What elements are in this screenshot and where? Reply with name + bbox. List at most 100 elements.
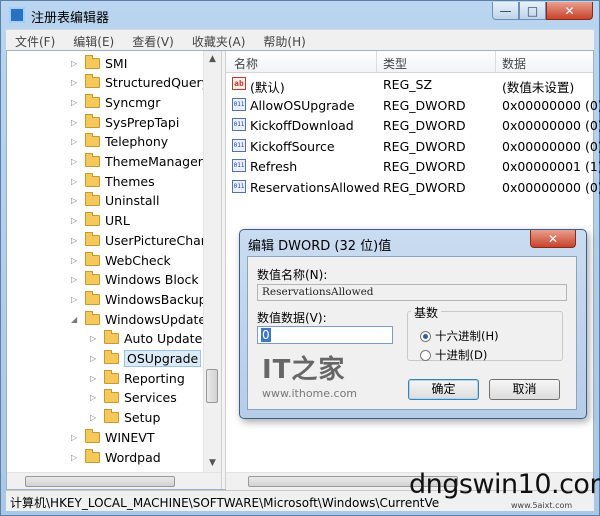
tree-item[interactable]: ▷ Setup [90, 408, 160, 428]
tree-hscroll-thumb[interactable] [25, 476, 175, 487]
tree-item[interactable]: ▷ Services [90, 388, 177, 408]
tree-item[interactable]: ▷ Wordpad [71, 447, 161, 467]
menu-edit[interactable]: 编辑(E) [64, 30, 123, 50]
hex-radio-option[interactable]: 十六进制(H) [420, 328, 499, 344]
tree-item-label: OSUpgrade [124, 350, 202, 367]
expand-arrow-icon[interactable]: ▷ [71, 59, 80, 68]
folder-icon [85, 448, 100, 463]
dec-radio-option[interactable]: 十进制(D) [420, 347, 487, 363]
tree-item[interactable]: ▷ OSUpgrade [90, 349, 202, 369]
dec-radio-button[interactable] [420, 349, 431, 361]
hex-radio-button[interactable] [420, 330, 431, 342]
tree-item[interactable]: ▷ Reporting [90, 368, 185, 388]
value-name-cell: ReservationsAllowed [250, 179, 380, 195]
folder-icon [85, 192, 100, 207]
base-group-title: 基数 [411, 304, 442, 321]
tree-item[interactable]: ▷ Syncmgr [71, 92, 160, 112]
tree-item-label: Setup [124, 410, 161, 426]
expand-arrow-icon[interactable]: ▷ [71, 78, 80, 87]
folder-icon [85, 54, 100, 69]
scroll-up-arrow-icon[interactable]: ▲ [204, 51, 221, 68]
value-row[interactable]: 011 AllowOSUpgrade REG_DWORD 0x00000000 (0) [226, 95, 600, 115]
expand-arrow-icon[interactable]: ▷ [71, 98, 80, 107]
expand-arrow-icon[interactable]: ▷ [71, 295, 80, 304]
dialog-title: 编辑 DWORD (32 位)值 [248, 239, 392, 254]
tree-item[interactable]: ▷ Uninstall [71, 191, 160, 211]
scroll-down-arrow-icon[interactable]: ▼ [204, 455, 221, 472]
window-title: 注册表编辑器 [31, 11, 110, 26]
folder-icon [104, 389, 119, 404]
expand-arrow-icon[interactable]: ▷ [90, 393, 99, 402]
expand-arrow-icon[interactable]: ▷ [71, 275, 80, 284]
expand-arrow-icon[interactable]: ▷ [71, 236, 80, 245]
expand-arrow-icon[interactable]: ▷ [71, 433, 80, 442]
expand-arrow-icon[interactable]: ▷ [90, 354, 99, 363]
ithome-logo: IT之家 [262, 355, 346, 385]
value-data-input[interactable]: 0 [257, 326, 393, 344]
tree-scroll-thumb[interactable] [206, 369, 218, 403]
tree-item[interactable]: ▷ Auto Update [90, 329, 202, 349]
expand-arrow-icon[interactable]: ▷ [71, 196, 80, 205]
tree-horizontal-scrollbar[interactable] [7, 472, 221, 489]
tree-vertical-scrollbar[interactable]: ▲ ▼ [203, 51, 221, 472]
tree-item-label: WINEVT [105, 429, 155, 445]
title-bar[interactable]: 注册表编辑器 — □ ✕ [1, 1, 599, 29]
tree-item[interactable]: ▷ SMI [71, 53, 127, 73]
dialog-close-button[interactable]: ✕ [530, 230, 576, 248]
column-data-header[interactable]: 数据 [502, 55, 526, 72]
column-name-header[interactable]: 名称 [234, 55, 258, 72]
column-divider[interactable] [376, 51, 377, 72]
tree-item[interactable]: ▷ ThemeManager [71, 152, 203, 172]
value-row[interactable]: 011 KickoffDownload REG_DWORD 0x00000000 (0… [226, 115, 600, 135]
tree-item[interactable]: ▷ Themes [71, 171, 155, 191]
value-type-cell: REG_DWORD [383, 97, 466, 113]
expand-arrow-icon[interactable]: ▷ [71, 177, 80, 186]
value-data-text: 0 [261, 328, 271, 342]
value-type-cell: REG_SZ [383, 77, 433, 92]
expand-arrow-icon[interactable]: ▷ [71, 157, 80, 166]
folder-icon [85, 153, 100, 167]
tree-item[interactable]: ▷ WINEVT [71, 427, 154, 447]
value-row[interactable]: 011 Refresh REG_DWORD 0x00000001 (1) [226, 156, 600, 176]
expand-arrow-icon[interactable]: ▷ [71, 118, 80, 127]
menu-view[interactable]: 查看(V) [123, 30, 183, 50]
expand-arrow-icon[interactable]: ▷ [90, 334, 99, 343]
maximize-button[interactable]: □ [519, 2, 546, 20]
tree-item[interactable]: ▷ StructuredQuery [71, 73, 209, 93]
minimize-button[interactable]: — [492, 2, 519, 20]
expand-arrow-icon[interactable]: ▷ [90, 413, 99, 422]
ok-button[interactable]: 确定 [408, 379, 479, 400]
value-name-cell: KickoffDownload [250, 118, 354, 133]
expand-arrow-icon[interactable]: ▷ [71, 256, 80, 265]
menu-help[interactable]: 帮助(H) [254, 30, 314, 50]
collapse-arrow-icon[interactable]: ◢ [71, 315, 80, 324]
tree-item-label: SMI [105, 55, 128, 71]
menu-file[interactable]: 文件(F) [6, 30, 64, 50]
tree-item[interactable]: ▷ UserPictureChang [71, 230, 217, 250]
column-divider[interactable] [495, 51, 496, 72]
menu-favorites[interactable]: 收藏夹(A) [183, 30, 255, 50]
value-row[interactable]: 011 KickoffSource REG_DWORD 0x00000000 (0) [226, 136, 600, 156]
expand-arrow-icon[interactable]: ▷ [71, 453, 80, 462]
tree-item[interactable]: ▷ URL [71, 211, 130, 231]
expand-arrow-icon[interactable]: ▷ [71, 216, 80, 225]
close-button[interactable]: ✕ [546, 2, 593, 20]
dword-value-icon: 011 [232, 159, 246, 172]
tree-item[interactable]: ▷ WebCheck [71, 250, 171, 270]
value-row[interactable]: ab (默认) REG_SZ (数值未设置) [226, 74, 593, 95]
cancel-button[interactable]: 取消 [489, 379, 560, 400]
folder-icon [85, 290, 100, 305]
dialog-body: 数值名称(N): ReservationsAllowed 数值数据(V): 0 … [247, 256, 577, 410]
tree-item[interactable]: ◢ WindowsUpdate [71, 309, 206, 329]
expand-arrow-icon[interactable]: ▷ [90, 374, 99, 383]
tree-item-label: Themes [105, 173, 155, 189]
value-row[interactable]: 011 ReservationsAllowed REG_DWORD 0x0000000… [226, 177, 600, 197]
tree-item[interactable]: ▷ SysPrepTapi [71, 112, 179, 132]
column-type-header[interactable]: 类型 [383, 55, 407, 72]
expand-arrow-icon[interactable]: ▷ [71, 137, 80, 146]
tree-item[interactable]: ▷ Windows Block Le [71, 270, 217, 290]
tree-item[interactable]: ▷ Telephony [71, 132, 168, 152]
tree-item-label: URL [105, 213, 130, 229]
tree-item[interactable]: ▷ WindowsBackup [71, 289, 207, 309]
folder-icon [85, 231, 100, 246]
